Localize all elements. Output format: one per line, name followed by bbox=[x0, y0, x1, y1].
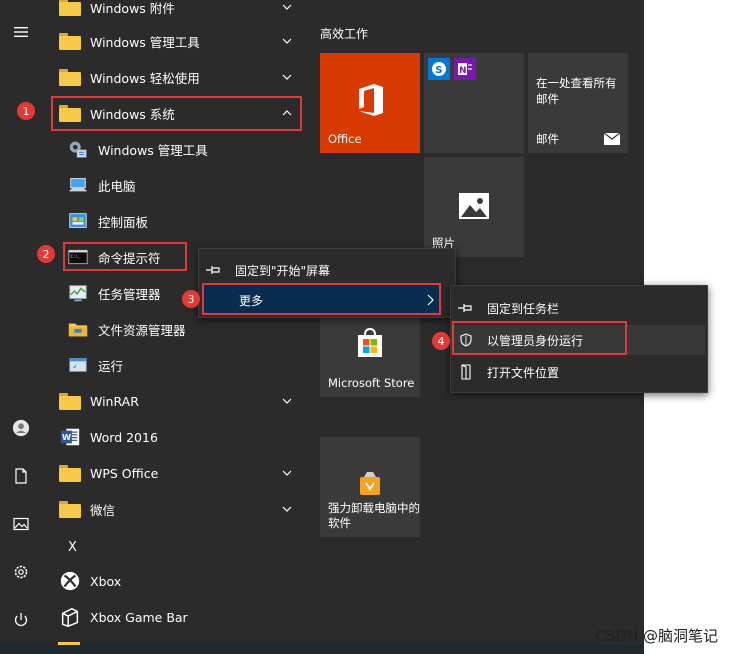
app-item-xbox-game-bar[interactable]: Xbox Game Bar bbox=[52, 600, 302, 634]
app-item-admin-tools[interactable]: Windows 管理工具 bbox=[52, 132, 302, 166]
user-icon[interactable] bbox=[0, 410, 42, 446]
app-item-windows-accessories[interactable]: Windows 附件 bbox=[52, 0, 302, 24]
folder-icon bbox=[58, 497, 82, 521]
app-label: 运行 bbox=[98, 358, 124, 374]
svg-text:W: W bbox=[62, 432, 71, 442]
chevron-down-icon bbox=[282, 470, 292, 476]
app-item-xbox[interactable]: Xbox bbox=[52, 564, 302, 598]
app-item-winrar[interactable]: WinRAR bbox=[52, 384, 302, 418]
app-label: 控制面板 bbox=[98, 214, 149, 230]
menu-item-label: 打开文件位置 bbox=[487, 365, 560, 380]
tile-skype-onenote[interactable]: S N bbox=[424, 53, 524, 153]
pin-icon bbox=[451, 302, 481, 314]
annotation-box-2 bbox=[63, 242, 187, 271]
annotation-badge-4: 4 bbox=[432, 332, 450, 350]
app-item-windows-ease-of-access[interactable]: Windows 轻松使用 bbox=[52, 60, 302, 94]
folder-icon bbox=[58, 0, 82, 19]
tile-label: 邮件 bbox=[536, 132, 559, 146]
tile-uninstaller[interactable]: 强力卸载电脑中的软件 bbox=[320, 437, 420, 537]
app-label: 文件资源管理器 bbox=[98, 322, 186, 338]
file-explorer-icon bbox=[66, 317, 90, 341]
app-item-run[interactable]: 运行 bbox=[52, 348, 302, 382]
app-label: Windows 管理工具 bbox=[98, 142, 208, 158]
tile-label: 强力卸载电脑中的软件 bbox=[328, 501, 420, 530]
annotation-badge-3: 3 bbox=[182, 290, 200, 308]
power-icon[interactable] bbox=[0, 602, 42, 638]
tile-mail[interactable]: 在一处查看所有邮件 邮件 bbox=[528, 53, 628, 153]
document-icon[interactable] bbox=[0, 458, 42, 494]
app-label: WinRAR bbox=[90, 393, 139, 409]
app-label: 此电脑 bbox=[98, 178, 136, 194]
word-icon: W bbox=[58, 425, 82, 449]
folder-icon bbox=[58, 29, 82, 53]
annotation-box-1 bbox=[51, 96, 302, 131]
xbox-icon bbox=[58, 569, 82, 593]
app-label: Xbox Game Bar bbox=[90, 609, 188, 625]
chevron-down-icon bbox=[282, 506, 292, 512]
pictures-icon[interactable] bbox=[0, 506, 42, 542]
app-label: 任务管理器 bbox=[98, 286, 161, 302]
hamburger-icon[interactable] bbox=[0, 14, 42, 50]
xbox-game-bar-icon bbox=[58, 605, 82, 629]
chevron-down-icon bbox=[282, 38, 292, 44]
tile-photos[interactable]: 照片 bbox=[424, 157, 524, 257]
app-label: Windows 附件 bbox=[90, 0, 175, 16]
annotation-badge-1: 1 bbox=[17, 102, 35, 120]
settings-icon[interactable] bbox=[0, 554, 42, 590]
store-icon bbox=[358, 327, 382, 357]
menu-item-label: 固定到任务栏 bbox=[487, 301, 560, 316]
onenote-icon: N bbox=[454, 58, 476, 80]
tile-label: Office bbox=[328, 132, 362, 146]
app-label: Word 2016 bbox=[90, 429, 158, 445]
annotation-box-3 bbox=[202, 283, 441, 315]
menu-item-pin-to-taskbar[interactable]: 固定到任务栏 bbox=[451, 293, 707, 323]
app-item-control-panel[interactable]: 控制面板 bbox=[52, 204, 302, 238]
chevron-down-icon bbox=[282, 4, 292, 10]
app-label: 微信 bbox=[90, 502, 116, 518]
folder-icon bbox=[58, 461, 82, 485]
chevron-down-icon bbox=[282, 74, 292, 80]
app-item-wps-office[interactable]: WPS Office bbox=[52, 456, 302, 490]
svg-text:S: S bbox=[435, 65, 442, 76]
app-item-word-2016[interactable]: W Word 2016 bbox=[52, 420, 302, 454]
run-icon bbox=[66, 353, 90, 377]
task-manager-icon bbox=[66, 281, 90, 305]
uninstaller-icon bbox=[360, 472, 380, 495]
tile-office[interactable]: Office bbox=[320, 53, 420, 153]
app-label: Windows 轻松使用 bbox=[90, 70, 200, 86]
control-panel-icon bbox=[66, 209, 90, 233]
open-folder-icon bbox=[451, 364, 481, 380]
watermark: CSDN @脑洞笔记 bbox=[595, 627, 718, 645]
app-label: Windows 管理工具 bbox=[90, 34, 200, 50]
folder-icon bbox=[58, 65, 82, 89]
start-rail bbox=[0, 0, 42, 654]
office-icon bbox=[359, 84, 383, 116]
tile-group-title: 高效工作 bbox=[320, 27, 369, 41]
app-label: WPS Office bbox=[90, 465, 159, 481]
menu-item-pin-to-start[interactable]: 固定到"开始"屏幕 bbox=[199, 255, 455, 285]
photos-icon bbox=[459, 193, 489, 219]
mail-icon bbox=[604, 133, 620, 145]
menu-item-open-file-location[interactable]: 打开文件位置 bbox=[451, 357, 707, 387]
app-label: Xbox bbox=[90, 573, 122, 589]
annotation-badge-2: 2 bbox=[37, 245, 55, 263]
folder-icon bbox=[58, 389, 82, 413]
app-item-windows-admin-tools[interactable]: Windows 管理工具 bbox=[52, 24, 302, 58]
letter-label: X bbox=[68, 539, 77, 555]
annotation-box-4 bbox=[452, 321, 627, 355]
pin-icon bbox=[199, 264, 229, 276]
letter-header-x[interactable]: X bbox=[52, 530, 302, 564]
chevron-down-icon bbox=[282, 398, 292, 404]
mail-tile-text: 在一处查看所有邮件 bbox=[536, 76, 617, 106]
svg-text:N: N bbox=[459, 66, 467, 76]
menu-item-label: 固定到"开始"屏幕 bbox=[235, 263, 331, 278]
admin-tools-icon bbox=[66, 137, 90, 161]
taskbar-strip bbox=[0, 645, 644, 654]
tile-label: Microsoft Store bbox=[328, 376, 415, 390]
app-item-this-pc[interactable]: 此电脑 bbox=[52, 168, 302, 202]
skype-icon: S bbox=[428, 58, 450, 80]
this-pc-icon bbox=[66, 173, 90, 197]
app-item-wechat[interactable]: 微信 bbox=[52, 492, 302, 526]
